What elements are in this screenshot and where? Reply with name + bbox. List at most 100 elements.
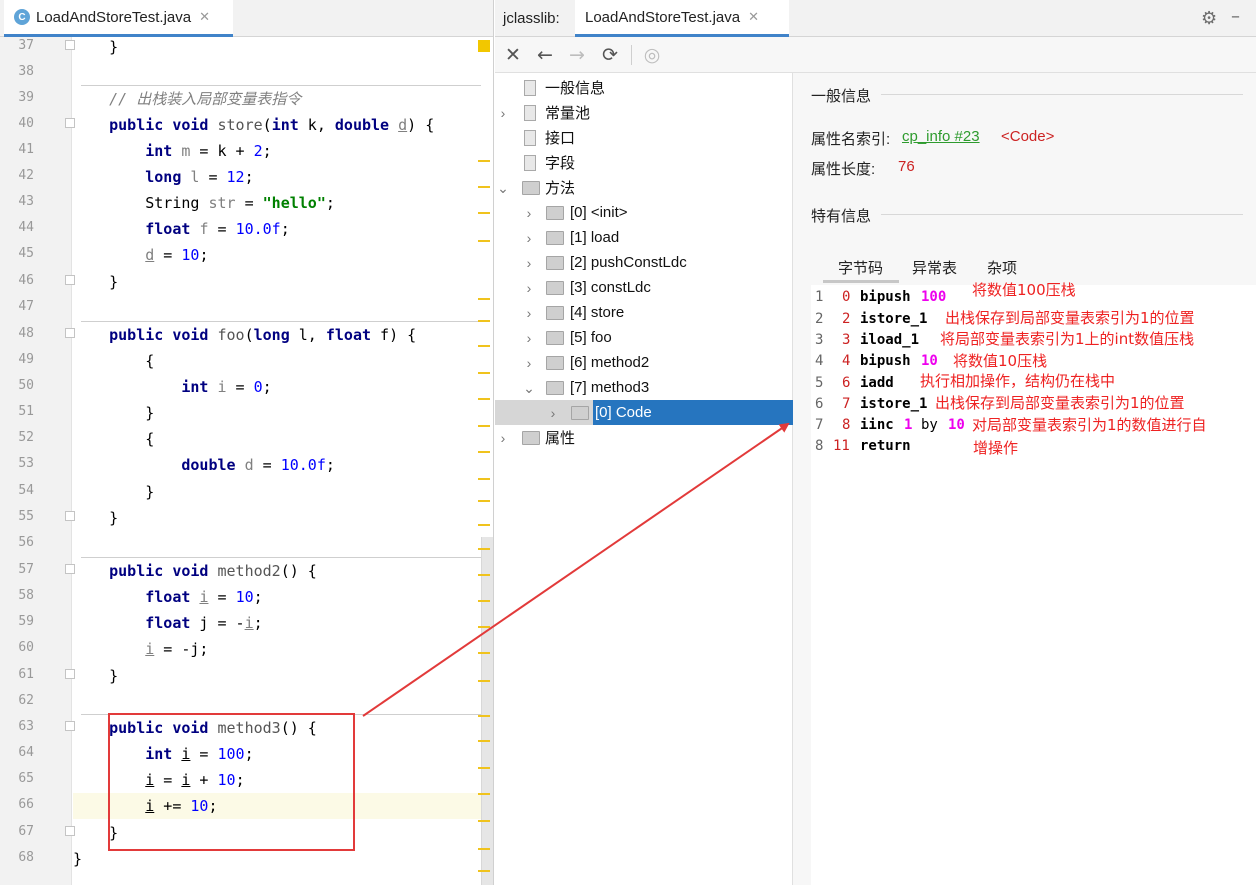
tab-exception-table[interactable]: 异常表 xyxy=(912,257,957,278)
warning-marker[interactable] xyxy=(478,500,490,502)
editor-tab-loadandstoretest[interactable]: C LoadAndStoreTest.java ✕ xyxy=(4,0,233,37)
tree-item-method[interactable]: ⌄ [7] method3 xyxy=(495,375,793,400)
forward-arrow-icon[interactable]: → xyxy=(565,43,589,67)
web-icon[interactable]: ◎ xyxy=(640,43,664,67)
line-number[interactable]: 64 xyxy=(0,745,34,760)
line-number[interactable]: 66 xyxy=(0,797,34,812)
warning-marker[interactable] xyxy=(478,740,490,742)
chevron-down-icon[interactable]: ⌄ xyxy=(523,381,535,395)
warning-marker[interactable] xyxy=(478,680,490,682)
line-number[interactable]: 52 xyxy=(0,430,34,445)
close-icon[interactable]: ✕ xyxy=(748,9,759,25)
scrollbar-thumb[interactable] xyxy=(481,537,493,885)
code-line-58[interactable]: float i = 10; xyxy=(73,584,481,610)
inspection-status-icon[interactable] xyxy=(478,40,490,52)
line-number[interactable]: 67 xyxy=(0,824,34,839)
back-arrow-icon[interactable]: ← xyxy=(533,43,557,67)
line-number[interactable]: 53 xyxy=(0,456,34,471)
code-line-53[interactable]: double d = 10.0f; xyxy=(73,452,481,478)
tree-item-method[interactable]: › [6] method2 xyxy=(495,350,793,375)
warning-marker[interactable] xyxy=(478,820,490,822)
warning-marker[interactable] xyxy=(478,160,490,162)
line-number[interactable]: 43 xyxy=(0,194,34,209)
chevron-right-icon[interactable]: › xyxy=(547,406,559,420)
line-number[interactable]: 60 xyxy=(0,640,34,655)
tree-item-method[interactable]: › [5] foo xyxy=(495,325,793,350)
gear-icon[interactable]: ⚙ xyxy=(1201,8,1217,29)
warning-marker[interactable] xyxy=(478,715,490,717)
line-number[interactable]: 39 xyxy=(0,90,34,105)
warning-marker[interactable] xyxy=(478,186,490,188)
line-number[interactable]: 50 xyxy=(0,378,34,393)
code-line-44[interactable]: float f = 10.0f; xyxy=(73,216,481,242)
close-icon[interactable]: ✕ xyxy=(501,43,525,67)
line-number[interactable]: 62 xyxy=(0,693,34,708)
bytecode-row[interactable]: 8 11 return xyxy=(811,436,1256,457)
line-number[interactable]: 47 xyxy=(0,299,34,314)
warning-marker[interactable] xyxy=(478,398,490,400)
tree-item-method[interactable]: › [2] pushConstLdc xyxy=(495,250,793,275)
line-number[interactable]: 44 xyxy=(0,220,34,235)
line-number[interactable]: 59 xyxy=(0,614,34,629)
code-line-52[interactable]: { xyxy=(73,426,481,452)
line-number[interactable]: 65 xyxy=(0,771,34,786)
line-number[interactable]: 38 xyxy=(0,64,34,79)
warning-marker[interactable] xyxy=(478,212,490,214)
code-line-46[interactable]: } xyxy=(73,269,481,295)
refresh-icon[interactable]: ⟳ xyxy=(598,43,622,67)
line-number[interactable]: 58 xyxy=(0,588,34,603)
cp-info-link[interactable]: cp_info #23 xyxy=(902,128,980,145)
line-number[interactable]: 40 xyxy=(0,116,34,131)
chevron-right-icon[interactable]: › xyxy=(497,431,509,445)
tree-item-method[interactable]: › [0] <init> xyxy=(495,200,793,225)
chevron-down-icon[interactable]: ⌄ xyxy=(497,181,509,195)
code-line-55[interactable]: } xyxy=(73,505,481,531)
code-line-51[interactable]: } xyxy=(73,400,481,426)
chevron-right-icon[interactable]: › xyxy=(523,331,535,345)
warning-marker[interactable] xyxy=(478,345,490,347)
code-line-49[interactable]: { xyxy=(73,348,481,374)
line-number[interactable]: 37 xyxy=(0,38,34,53)
warning-marker[interactable] xyxy=(478,870,490,872)
line-number-gutter[interactable]: 37 38 39 40 41 42 43 44 45 46 47 48 49 50 51 52 53 54 55 56… xyxy=(0,37,75,885)
tree-item-attributes[interactable]: › 属性 xyxy=(495,425,793,450)
warning-marker[interactable] xyxy=(478,767,490,769)
tab-bytecode[interactable]: 字节码 xyxy=(838,257,883,278)
warning-marker[interactable] xyxy=(478,298,490,300)
tree-item-general[interactable]: 一般信息 xyxy=(495,75,793,100)
tree-item-method[interactable]: › [1] load xyxy=(495,225,793,250)
warning-marker[interactable] xyxy=(478,848,490,850)
class-structure-tree[interactable]: 一般信息 › 常量池 接口 字段 ⌄ 方法 › [0] Code › 属性 › [… xyxy=(495,73,793,885)
warning-marker[interactable] xyxy=(478,425,490,427)
line-number[interactable]: 56 xyxy=(0,535,34,550)
chevron-right-icon[interactable]: › xyxy=(523,306,535,320)
tree-item-method[interactable]: › [3] constLdc xyxy=(495,275,793,300)
warning-marker[interactable] xyxy=(478,240,490,242)
line-number[interactable]: 48 xyxy=(0,326,34,341)
close-icon[interactable]: ✕ xyxy=(199,9,210,25)
line-number[interactable]: 45 xyxy=(0,246,34,261)
code-line-45[interactable]: d = 10; xyxy=(73,242,481,268)
chevron-right-icon[interactable]: › xyxy=(523,256,535,270)
code-line-43[interactable]: String str = "hello"; xyxy=(73,190,481,216)
code-line-54[interactable]: } xyxy=(73,479,481,505)
warning-marker[interactable] xyxy=(478,548,490,550)
line-number[interactable]: 42 xyxy=(0,168,34,183)
warning-marker[interactable] xyxy=(478,652,490,654)
warning-marker[interactable] xyxy=(478,574,490,576)
tree-item-code-row[interactable]: › [0] Code xyxy=(495,400,793,425)
warning-marker[interactable] xyxy=(478,524,490,526)
tree-item-constant-pool[interactable]: › 常量池 xyxy=(495,100,793,125)
line-number[interactable]: 68 xyxy=(0,850,34,865)
warning-marker[interactable] xyxy=(478,320,490,322)
line-number[interactable]: 57 xyxy=(0,562,34,577)
code-line-42[interactable]: long l = 12; xyxy=(73,164,481,190)
tab-misc[interactable]: 杂项 xyxy=(987,257,1017,278)
line-number[interactable]: 51 xyxy=(0,404,34,419)
warning-marker[interactable] xyxy=(478,793,490,795)
tree-item-methods[interactable]: ⌄ 方法 xyxy=(495,175,793,200)
code-line-60[interactable]: i = -j; xyxy=(73,636,481,662)
code-line-48[interactable]: public void foo(long l, float f) { xyxy=(73,322,481,348)
code-line-59[interactable]: float j = -i; xyxy=(73,610,481,636)
line-number[interactable]: 41 xyxy=(0,142,34,157)
